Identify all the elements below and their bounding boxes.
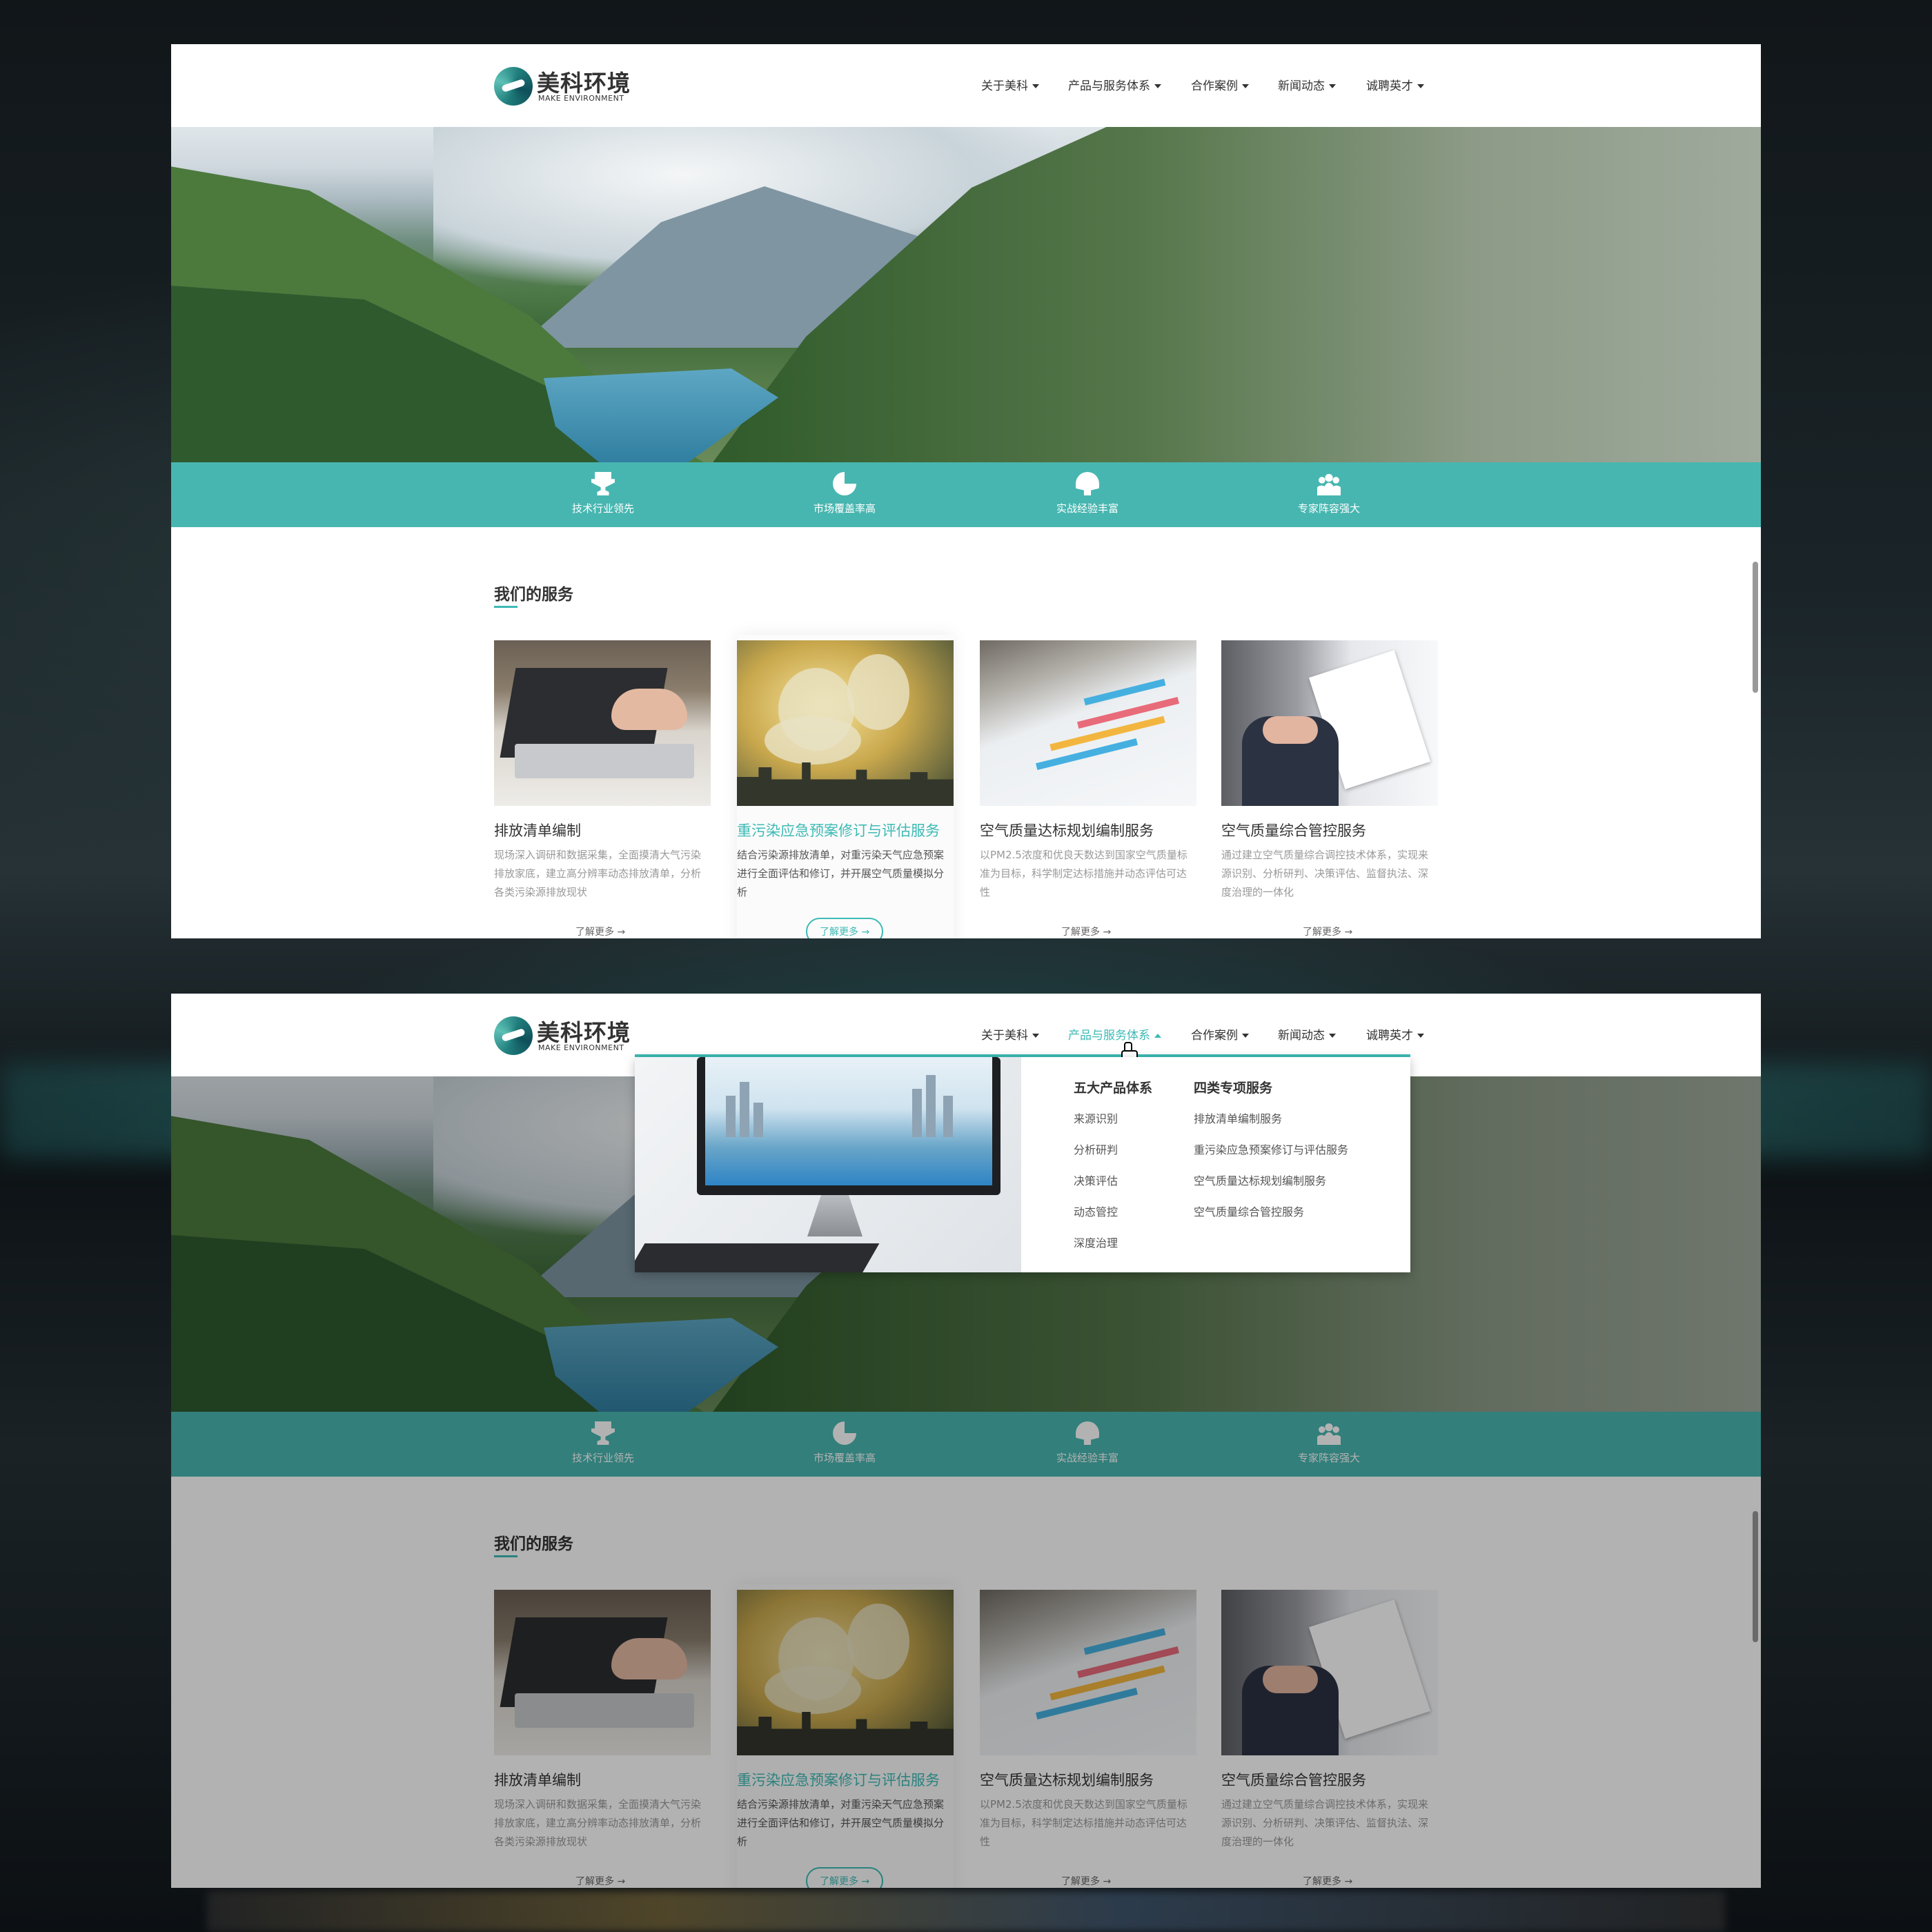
nav-label: 诚聘英才 [1366, 79, 1413, 93]
nav-label: 产品与服务体系 [1068, 1029, 1150, 1043]
nav-item-news[interactable]: 新闻动态 [1278, 1025, 1336, 1043]
logo[interactable]: 美科环境 MAKE ENVIRONMENT [494, 1014, 639, 1057]
nav-item-products[interactable]: 产品与服务体系 [1068, 1025, 1161, 1043]
nav-item-careers[interactable]: 诚聘英才 [1366, 1025, 1424, 1043]
nav-item-about[interactable]: 关于美科 [981, 1025, 1039, 1043]
menu-column-products: 五大产品体系 来源识别 分析研判 决策评估 动态管控 深度治理 [1074, 1078, 1152, 1265]
feature-item: 技术行业领先 [520, 472, 686, 515]
service-card[interactable]: 空气质量综合管控服务 通过建立空气质量综合调控技术体系，实现来源识别、分析研判、… [1221, 635, 1438, 938]
menu-link[interactable]: 动态管控 [1074, 1203, 1152, 1234]
feature-label: 专家阵容强大 [1297, 502, 1360, 515]
learn-more-button[interactable]: 了解更多 → [806, 918, 884, 938]
logo-text-cn: 美科环境 [537, 70, 631, 97]
card-description: 以PM2.5浓度和优良天数达到国家空气质量标准为目标，科学制定达标措施并动态评估… [980, 849, 1187, 898]
screenshot-default-state: 美科环境 MAKE ENVIRONMENT 关于美科 产品与服务体系 合作案例 … [171, 44, 1761, 938]
background-bottom-blur [207, 1891, 1725, 1932]
caret-down-icon [1242, 1034, 1249, 1038]
caret-down-icon [1417, 1034, 1424, 1038]
caret-down-icon [1032, 84, 1039, 88]
card-title[interactable]: 重污染应急预案修订与评估服务 [737, 820, 940, 840]
pie-chart-icon [833, 472, 856, 495]
laptop-photo [494, 640, 711, 806]
logo-text-en: MAKE ENVIRONMENT [538, 94, 624, 103]
nav-label: 合作案例 [1191, 79, 1238, 93]
nav-label: 合作案例 [1191, 1029, 1238, 1043]
caret-down-icon [1032, 1034, 1039, 1038]
caret-down-icon [1242, 84, 1249, 88]
lightbulb-icon [1076, 472, 1099, 495]
menu-link[interactable]: 排放清单编制服务 [1194, 1110, 1348, 1141]
service-card[interactable]: 排放清单编制 现场深入调研和数据采集，全面摸清大气污染排放家底，建立高分辨率动态… [494, 635, 711, 938]
section-title: 我们的服务 [494, 586, 573, 604]
scrollbar[interactable] [1753, 562, 1758, 693]
logo-text-en: MAKE ENVIRONMENT [538, 1043, 624, 1052]
menu-link[interactable]: 深度治理 [1074, 1234, 1152, 1265]
caret-down-icon [1417, 84, 1424, 88]
learn-more-link[interactable]: 了解更多 → [1061, 925, 1111, 938]
caret-down-icon [1329, 84, 1336, 88]
logo-text-cn: 美科环境 [537, 1019, 631, 1046]
feature-item: 专家阵容强大 [1246, 472, 1412, 515]
nav-label: 产品与服务体系 [1068, 79, 1150, 93]
menu-link[interactable]: 空气质量达标规划编制服务 [1194, 1172, 1348, 1203]
nav-item-news[interactable]: 新闻动态 [1278, 76, 1336, 93]
logo-mark-icon [494, 67, 533, 106]
products-mega-menu: 五大产品体系 来源识别 分析研判 决策评估 动态管控 深度治理 四类专项服务 排… [635, 1057, 1410, 1272]
nav-item-products[interactable]: 产品与服务体系 [1068, 76, 1161, 93]
card-title[interactable]: 空气质量达标规划编制服务 [980, 820, 1154, 840]
nav-label: 新闻动态 [1278, 1029, 1325, 1043]
menu-link[interactable]: 来源识别 [1074, 1110, 1152, 1141]
desktop-monitor-photo [635, 1057, 1021, 1272]
screenshot-dropdown-state: 美科环境 MAKE ENVIRONMENT 关于美科 产品与服务体系 合作案例 … [171, 994, 1761, 1888]
team-icon [1317, 472, 1341, 495]
nav-label: 新闻动态 [1278, 79, 1325, 93]
feature-label: 实战经验丰富 [1056, 502, 1118, 515]
hero-banner [171, 127, 1761, 462]
nav-label: 诚聘英才 [1366, 1029, 1413, 1043]
logo-mark-icon [494, 1016, 533, 1055]
card-description: 现场深入调研和数据采集，全面摸清大气污染排放家底，建立高分辨率动态排放清单，分析… [494, 849, 702, 898]
nav-label: 关于美科 [981, 79, 1028, 93]
feature-item: 市场覆盖率高 [762, 472, 927, 515]
caret-down-icon [1154, 84, 1161, 88]
nav-item-cases[interactable]: 合作案例 [1191, 1025, 1249, 1043]
site-header: 美科环境 MAKE ENVIRONMENT 关于美科 产品与服务体系 合作案例 … [171, 44, 1761, 127]
nav-label: 关于美科 [981, 1029, 1028, 1043]
bar-chart-report-photo [980, 640, 1196, 806]
learn-more-link[interactable]: 了解更多 → [1303, 925, 1352, 938]
service-card[interactable]: 重污染应急预案修订与评估服务 结合污染源排放清单，对重污染天气应急预案进行全面评… [737, 635, 954, 938]
nav-item-about[interactable]: 关于美科 [981, 76, 1039, 93]
menu-column-title: 四类专项服务 [1194, 1081, 1273, 1096]
nav-item-careers[interactable]: 诚聘英才 [1366, 76, 1424, 93]
card-description: 通过建立空气质量综合调控技术体系，实现来源识别、分析研判、决策评估、监督执法、深… [1221, 849, 1429, 898]
caret-down-icon [1329, 1034, 1336, 1038]
menu-column-title: 五大产品体系 [1074, 1081, 1153, 1096]
feature-label: 技术行业领先 [571, 502, 634, 515]
caret-up-icon [1154, 1034, 1161, 1038]
feature-label: 市场覆盖率高 [813, 502, 876, 515]
menu-link[interactable]: 决策评估 [1074, 1172, 1152, 1203]
menu-link[interactable]: 空气质量综合管控服务 [1194, 1203, 1348, 1234]
learn-more-link[interactable]: 了解更多 → [575, 925, 625, 938]
card-description: 结合污染源排放清单，对重污染天气应急预案进行全面评估和修订，并开展空气质量模拟分… [737, 849, 945, 898]
services-section: 我们的服务 排放清单编制 现场深入调研和数据采集，全面摸清大气污染排放家底，建立… [171, 527, 1761, 938]
service-card[interactable]: 空气质量达标规划编制服务 以PM2.5浓度和优良天数达到国家空气质量标准为目标，… [980, 635, 1196, 938]
card-title[interactable]: 空气质量综合管控服务 [1221, 820, 1366, 840]
business-documents-photo [1221, 640, 1438, 806]
menu-link[interactable]: 分析研判 [1074, 1141, 1152, 1172]
factory-smoke-photo [737, 640, 954, 806]
features-band: 技术行业领先 市场覆盖率高 实战经验丰富 专家阵容强大 [171, 462, 1761, 527]
nav-item-cases[interactable]: 合作案例 [1191, 76, 1249, 93]
feature-item: 实战经验丰富 [1005, 472, 1170, 515]
menu-column-services: 四类专项服务 排放清单编制服务 重污染应急预案修订与评估服务 空气质量达标规划编… [1194, 1078, 1348, 1234]
title-underline [494, 606, 518, 608]
logo[interactable]: 美科环境 MAKE ENVIRONMENT [494, 65, 639, 108]
menu-link[interactable]: 重污染应急预案修订与评估服务 [1194, 1141, 1348, 1172]
card-title[interactable]: 排放清单编制 [494, 820, 581, 840]
trophy-icon [591, 472, 615, 495]
